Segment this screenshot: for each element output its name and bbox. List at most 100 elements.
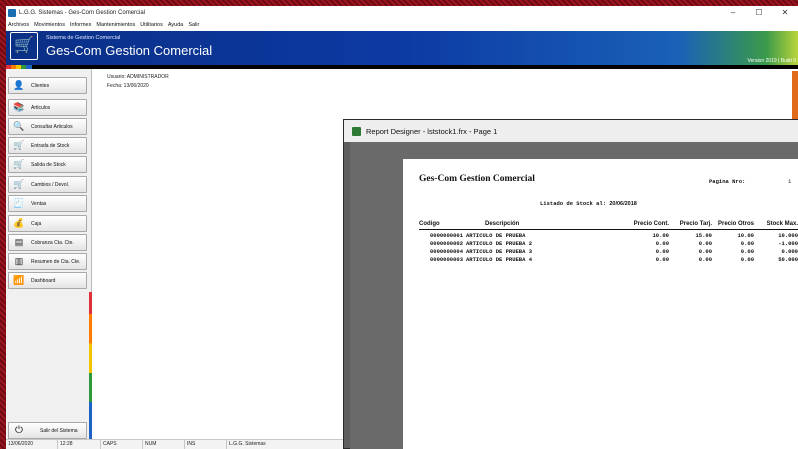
cell-stock-max: -1.000 (778, 240, 798, 247)
menu-ayuda[interactable]: Ayuda (168, 22, 184, 28)
cell-codigo: 0000000004 (429, 248, 463, 255)
shopping-cart-icon: 🛒 (10, 32, 38, 60)
cell-stock-max: 10.000 (778, 232, 798, 239)
report-designer-window[interactable]: Report Designer - lststock1.frx - Page 1… (343, 119, 798, 449)
sidebar-item-9[interactable]: ▥ Resumen de Cta. Cte. (8, 253, 87, 270)
close-button[interactable]: ✕ (772, 6, 798, 20)
exit-button[interactable]: ⏻ Salir del Sistema (8, 422, 87, 439)
cell-precio-otros: 0.00 (740, 256, 754, 263)
ledger-icon: ▤ (14, 237, 24, 247)
cell-precio-otros: 10.00 (737, 232, 754, 239)
report-company: Ges-Com Gestion Comercial (419, 174, 535, 184)
status-ins: INS (185, 440, 227, 449)
report-window-title: Report Designer - lststock1.frx - Page 1 (366, 126, 498, 136)
table-row: 0000000003 ARTICULO DE PRUEBA 4 0.00 0.00 0.… (403, 256, 798, 264)
cell-codigo: 0000000002 (429, 240, 463, 247)
report-canvas: Ges-Com Gestion Comercial Pagina Nro: 1 … (350, 142, 798, 449)
color-strip (6, 65, 798, 69)
table-row: 0000000004 ARTICULO DE PRUEBA 3 0.00 0.00 0.… (403, 248, 798, 256)
sidebar-item-label: Resumen de Cta. Cte. (31, 258, 81, 265)
sidebar: 👤 Clientes 📚 Articulos 🔍 Consultar Articulos 🛒… (6, 69, 92, 439)
register-icon: 🧾 (13, 198, 25, 208)
sidebar-item-1[interactable]: 📚 Articulos (8, 99, 87, 116)
col-precio-otros: Precio Otros (717, 221, 754, 227)
title-bar: L.G.G. Sistemas - Ges-Com Gestion Comerc… (6, 6, 798, 20)
user-icon: 👤 (13, 80, 25, 90)
date-line: Fecha: 13/06/2020 (107, 83, 149, 89)
menu-archivos[interactable]: Archivos (8, 22, 29, 28)
page-label: Pagina Nro: (709, 178, 746, 185)
cell-descripcion: ARTICULO DE PRUEBA (466, 232, 526, 239)
bar-chart-icon: 📶 (13, 275, 25, 285)
statement-icon: ▥ (14, 256, 24, 266)
sidebar-item-label: Consultar Articulos (31, 123, 73, 130)
app-icon (8, 9, 16, 17)
search-icon: 🔍 (13, 121, 25, 131)
cell-codigo: 0000000003 (429, 256, 463, 263)
status-num: NUM (143, 440, 185, 449)
sidebar-item-label: Salida de Stock (31, 161, 66, 168)
sidebar-item-6[interactable]: 🧾 Ventas (8, 195, 87, 212)
cart-icon: 🛒 (13, 179, 25, 189)
cell-precio-otros: 0.00 (740, 240, 754, 247)
exit-label: Salir del Sistema (40, 427, 78, 434)
sidebar-item-label: Entrada de Stock (31, 142, 70, 149)
table-row: 0000000001 ARTICULO DE PRUEBA 10.00 15.00 10… (403, 232, 798, 240)
status-date: 13/06/2020 (6, 440, 58, 449)
report-page: Ges-Com Gestion Comercial Pagina Nro: 1 … (403, 159, 798, 449)
window-controls: – ☐ ✕ (720, 6, 798, 20)
cell-descripcion: ARTICULO DE PRUEBA 4 (466, 256, 533, 263)
cashbox-icon: 💰 (13, 218, 25, 228)
sidebar-item-2[interactable]: 🔍 Consultar Articulos (8, 118, 87, 135)
report-title-prefix: Listado de Stock al: (540, 200, 607, 207)
cell-codigo: 0000000001 (429, 232, 463, 239)
cell-descripcion: ARTICULO DE PRUEBA 2 (466, 240, 533, 247)
cell-stock-max: 0.000 (781, 248, 798, 255)
report-icon (352, 126, 361, 136)
header-rule (419, 229, 798, 230)
sidebar-item-10[interactable]: 📶 Dashboard (8, 272, 87, 289)
header-banner: 🛒 Sistema de Gestion Comercial Ges-Com G… (6, 31, 798, 65)
maximize-button[interactable]: ☐ (746, 6, 772, 20)
sidebar-item-0[interactable]: 👤 Clientes (8, 77, 87, 94)
sidebar-item-label: Articulos (31, 104, 51, 111)
sidebar-item-label: Clientes (31, 82, 50, 89)
report-title-bar[interactable]: Report Designer - lststock1.frx - Page 1 (344, 120, 798, 142)
status-caps: CAPS (101, 440, 143, 449)
cart-icon: 🛒 (13, 159, 25, 169)
cell-stock-max: 50.000 (778, 256, 798, 263)
sidebar-color-bar (89, 292, 92, 439)
sidebar-item-4[interactable]: 🛒 Salida de Stock (8, 156, 87, 173)
sidebar-item-7[interactable]: 💰 Caja (8, 215, 87, 232)
cell-descripcion: ARTICULO DE PRUEBA 3 (466, 248, 533, 255)
sidebar-item-label: Cambios / Devol. (31, 181, 70, 188)
menu-informes[interactable]: Informes (70, 22, 91, 28)
banner-title: Ges-Com Gestion Comercial (46, 43, 213, 58)
cell-precio-otros: 0.00 (740, 248, 754, 255)
col-stock-max: Stock Max. (766, 221, 798, 227)
banner-subtitle: Sistema de Gestion Comercial (46, 35, 121, 41)
menu-bar: Archivos Movimientos Informes Mantenimie… (6, 20, 798, 30)
table-row: 0000000002 ARTICULO DE PRUEBA 2 0.00 0.00 0.… (403, 240, 798, 248)
menu-movimientos[interactable]: Movimientos (34, 22, 65, 28)
books-icon: 📚 (13, 102, 25, 112)
sidebar-item-label: Dashboard (31, 277, 56, 284)
sidebar-item-label: Ventas (31, 200, 47, 207)
sidebar-item-5[interactable]: 🛒 Cambios / Devol. (8, 176, 87, 193)
menu-mantenimientos[interactable]: Mantenimientos (96, 22, 135, 28)
sidebar-item-8[interactable]: ▤ Cobranza Cta. Cte. (8, 234, 87, 251)
user-line: Usuario: ADMINISTRADOR (107, 74, 169, 80)
page-number: 1 (788, 178, 792, 185)
sidebar-item-label: Caja (31, 220, 42, 227)
col-codigo: Codigo (419, 221, 440, 227)
minimize-button[interactable]: – (720, 6, 746, 20)
menu-salir[interactable]: Salir (188, 22, 199, 28)
window-title: L.G.G. Sistemas - Ges-Com Gestion Comerc… (19, 10, 146, 16)
sidebar-item-label: Cobranza Cta. Cte. (31, 239, 74, 246)
report-title-date: 20/06/2018 (609, 201, 637, 207)
menu-utilitarios[interactable]: Utilitarios (140, 22, 163, 28)
status-company: L.G.G. Sistemas (227, 440, 347, 449)
status-time: 12:28 (58, 440, 101, 449)
sidebar-item-3[interactable]: 🛒 Entrada de Stock (8, 137, 87, 154)
user-info: Usuario: ADMINISTRADOR Fecha: 13/06/2020 (107, 73, 169, 91)
